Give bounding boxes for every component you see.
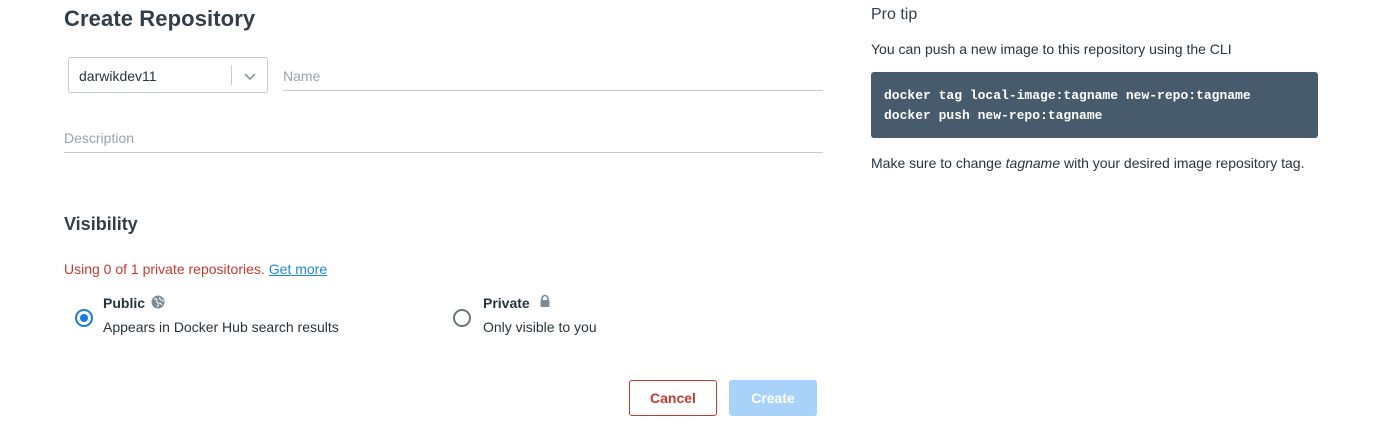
chevron-down-icon[interactable] (241, 67, 259, 85)
namespace-select[interactable]: darwikdev11 (68, 57, 268, 93)
cancel-button[interactable]: Cancel (629, 380, 717, 416)
private-option-description: Only visible to you (483, 319, 597, 335)
private-usage-text: Using 0 of 1 private repositories. Get mo… (64, 261, 327, 277)
code-line: docker push new-repo:tagname (884, 108, 1103, 123)
private-option-label[interactable]: Private (483, 295, 530, 311)
note-text: Make sure to change (871, 155, 1006, 171)
note-emphasis: tagname (1005, 155, 1061, 171)
description-input[interactable] (64, 124, 823, 153)
public-radio[interactable] (75, 309, 93, 327)
globe-icon (151, 295, 165, 309)
get-more-link[interactable]: Get more (269, 261, 327, 277)
cli-code-block: docker tag local-image:tagname new-repo:… (871, 72, 1318, 138)
page-title: Create Repository (64, 6, 256, 31)
namespace-value: darwikdev11 (79, 68, 157, 84)
pro-tip-heading: Pro tip (871, 6, 918, 23)
public-option-description: Appears in Docker Hub search results (103, 319, 339, 335)
public-option-label[interactable]: Public (103, 295, 145, 311)
visibility-heading: Visibility (64, 214, 138, 234)
usage-message: Using 0 of 1 private repositories. (64, 261, 265, 277)
select-divider (231, 65, 232, 85)
repository-name-input[interactable] (283, 62, 823, 91)
code-line: docker tag local-image:tagname new-repo:… (884, 88, 1251, 103)
lock-icon (540, 294, 550, 307)
create-button[interactable]: Create (729, 380, 817, 416)
pro-tip-note: Make sure to change tagname with your de… (871, 153, 1321, 173)
private-radio[interactable] (453, 309, 471, 327)
pro-tip-intro: You can push a new image to this reposit… (871, 41, 1232, 57)
note-text: with your desired image repository tag. (1060, 155, 1305, 171)
